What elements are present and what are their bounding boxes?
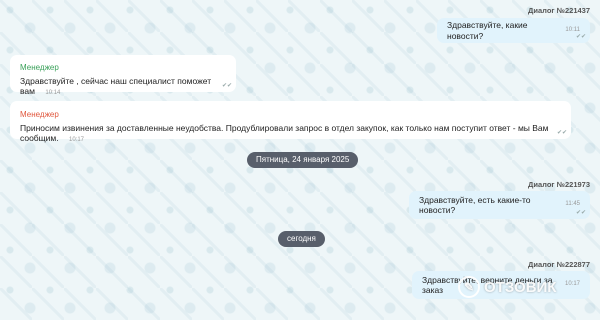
dialog-number-label: Диалог №221973 bbox=[528, 180, 590, 189]
dialog-number-label: Диалог №222877 bbox=[528, 260, 590, 269]
read-check-icon: ✔✔ bbox=[575, 210, 586, 216]
message-time: 10:14 bbox=[45, 89, 61, 96]
read-check-icon: ✔✔ bbox=[221, 83, 232, 89]
dialog-number-label: Диалог №221437 bbox=[528, 6, 590, 15]
incoming-message: Менеджер Здравствуйте , сейчас наш специ… bbox=[10, 55, 236, 96]
incoming-message: Менеджер Приносим извинения за доставлен… bbox=[10, 101, 571, 143]
message-sender: Менеджер bbox=[20, 110, 59, 119]
message-sender: Менеджер bbox=[20, 63, 59, 72]
read-check-icon: ✔✔ bbox=[575, 34, 586, 40]
message-text: Здравствуйте, есть какие-то новости? bbox=[419, 194, 531, 215]
otzovik-logo-icon: ✎ bbox=[458, 276, 480, 298]
date-separator-today: сегодня bbox=[278, 231, 325, 247]
read-check-icon: ✔✔ bbox=[556, 130, 567, 136]
watermark-text: ОТЗОВИК bbox=[484, 278, 557, 296]
date-separator: Пятница, 24 января 2025 bbox=[247, 152, 359, 168]
outgoing-message: Здравствуйте, какие новости? 10:11 ✔✔ bbox=[437, 18, 590, 43]
otzovik-watermark: ✎ ОТЗОВИК bbox=[458, 276, 556, 298]
message-text: Приносим извинения за доставленные неудо… bbox=[20, 122, 549, 143]
outgoing-message: Здравствуйте, есть какие-то новости? 11:… bbox=[409, 191, 590, 219]
message-time: 10:17 bbox=[69, 136, 85, 143]
message-time: 10:17 bbox=[564, 281, 580, 288]
message-time: 11:45 bbox=[565, 201, 580, 208]
message-text: Здравствуйте, какие новости? bbox=[447, 20, 528, 41]
